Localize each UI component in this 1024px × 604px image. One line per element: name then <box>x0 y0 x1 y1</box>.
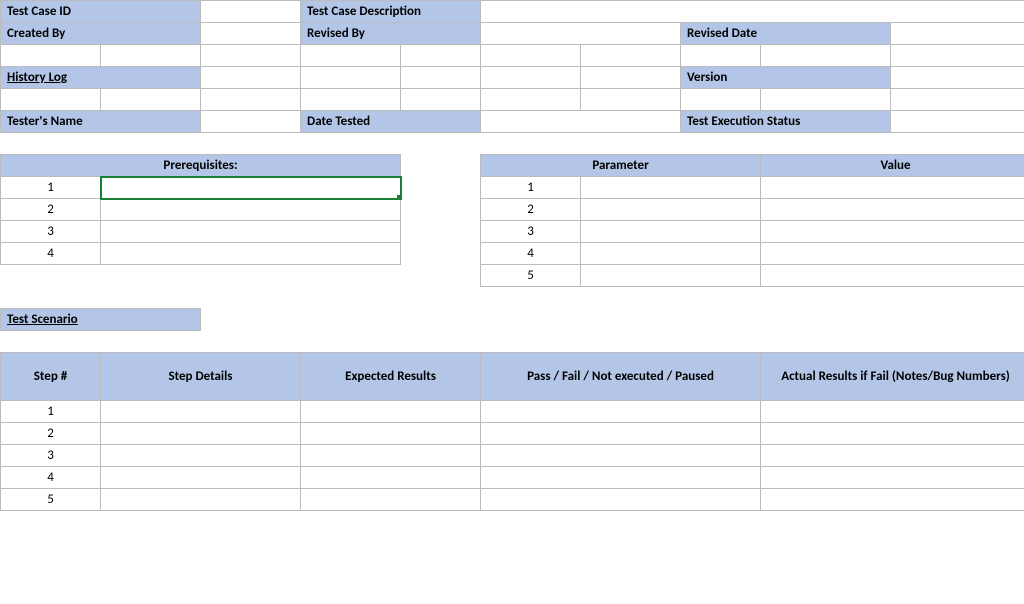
step-num: 3 <box>1 445 101 467</box>
cell-expected[interactable] <box>301 489 481 511</box>
cell-status[interactable] <box>481 445 761 467</box>
label-date-tested: Date Tested <box>301 111 481 133</box>
cell-step-details[interactable] <box>101 445 301 467</box>
cell-expected[interactable] <box>301 401 481 423</box>
label-parameter: Parameter <box>481 155 761 177</box>
cell-prereq-1[interactable] <box>101 177 401 199</box>
cell-prereq-2[interactable] <box>101 199 401 221</box>
label-test-exec-status: Test Execution Status <box>681 111 891 133</box>
cell-param-5[interactable] <box>581 265 761 287</box>
cell-status[interactable] <box>481 423 761 445</box>
label-step-details: Step Details <box>101 353 301 401</box>
cell-param-2[interactable] <box>581 199 761 221</box>
step-num: 1 <box>1 401 101 423</box>
label-revised-date: Revised Date <box>681 23 891 45</box>
cell-actual[interactable] <box>761 445 1024 467</box>
step-num: 2 <box>1 423 101 445</box>
cell-step-details[interactable] <box>101 467 301 489</box>
table-row: 5 <box>1 489 1024 511</box>
label-test-case-desc: Test Case Description <box>301 1 481 23</box>
label-test-case-id: Test Case ID <box>1 1 201 23</box>
fill-handle-icon[interactable] <box>397 195 401 199</box>
cell-date-tested[interactable] <box>481 111 681 133</box>
table-row: 2 <box>1 423 1024 445</box>
label-step-num: Step # <box>1 353 101 401</box>
cell-param-1[interactable] <box>581 177 761 199</box>
cell-step-details[interactable] <box>101 423 301 445</box>
cell-status[interactable] <box>481 467 761 489</box>
cell-actual[interactable] <box>761 489 1024 511</box>
cell-param-3[interactable] <box>581 221 761 243</box>
cell-expected[interactable] <box>301 423 481 445</box>
cell-expected[interactable] <box>301 467 481 489</box>
label-pass-fail: Pass / Fail / Not executed / Paused <box>481 353 761 401</box>
spreadsheet-test-case-template: Test Case ID Test Case Description Creat… <box>0 0 1024 511</box>
prereq-num: 2 <box>1 199 101 221</box>
label-history-log: History Log <box>1 67 201 89</box>
label-test-scenario: Test Scenario <box>1 309 201 331</box>
cell-revised-by[interactable] <box>481 23 681 45</box>
cell-test-exec-status[interactable] <box>891 111 1024 133</box>
cell-actual[interactable] <box>761 401 1024 423</box>
cell-param-4[interactable] <box>581 243 761 265</box>
cell-value-4[interactable] <box>761 243 1024 265</box>
label-actual-results: Actual Results if Fail (Notes/Bug Number… <box>761 353 1024 401</box>
label-testers-name: Tester's Name <box>1 111 201 133</box>
cell-expected[interactable] <box>301 445 481 467</box>
label-expected-results: Expected Results <box>301 353 481 401</box>
param-num: 1 <box>481 177 581 199</box>
cell-status[interactable] <box>481 489 761 511</box>
param-num: 3 <box>481 221 581 243</box>
cell-status[interactable] <box>481 401 761 423</box>
cell-actual[interactable] <box>761 423 1024 445</box>
step-num: 4 <box>1 467 101 489</box>
label-version: Version <box>681 67 891 89</box>
label-created-by: Created By <box>1 23 201 45</box>
label-prerequisites: Prerequisites: <box>1 155 401 177</box>
cell-version[interactable] <box>891 67 1024 89</box>
table-row: 3 <box>1 445 1024 467</box>
cell-value-1[interactable] <box>761 177 1024 199</box>
cell-prereq-4[interactable] <box>101 243 401 265</box>
cell-actual[interactable] <box>761 467 1024 489</box>
cell-prereq-3[interactable] <box>101 221 401 243</box>
step-num: 5 <box>1 489 101 511</box>
cell-value-3[interactable] <box>761 221 1024 243</box>
label-value: Value <box>761 155 1024 177</box>
param-num: 2 <box>481 199 581 221</box>
cell-value-2[interactable] <box>761 199 1024 221</box>
prereq-num: 1 <box>1 177 101 199</box>
param-num: 5 <box>481 265 581 287</box>
cell-value-5[interactable] <box>761 265 1024 287</box>
cell-test-case-id[interactable] <box>201 1 301 23</box>
prereq-num: 3 <box>1 221 101 243</box>
prereq-num: 4 <box>1 243 101 265</box>
cell-created-by[interactable] <box>201 23 301 45</box>
param-num: 4 <box>481 243 581 265</box>
cell-step-details[interactable] <box>101 489 301 511</box>
cell-testers-name[interactable] <box>201 111 301 133</box>
cell-revised-date[interactable] <box>891 23 1024 45</box>
table-row: 1 <box>1 401 1024 423</box>
label-revised-by: Revised By <box>301 23 481 45</box>
cell-step-details[interactable] <box>101 401 301 423</box>
cell-test-case-desc[interactable] <box>481 1 1024 23</box>
table-row: 4 <box>1 467 1024 489</box>
